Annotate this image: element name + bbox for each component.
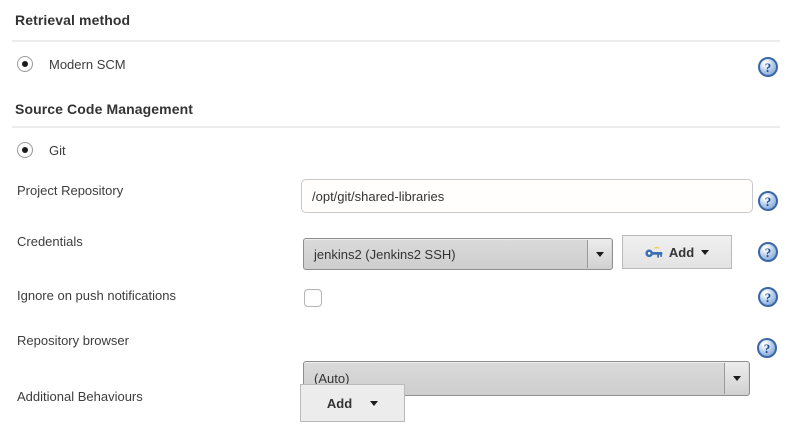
additional-behaviours-label: Additional Behaviours bbox=[17, 389, 143, 404]
radio-option-git[interactable]: Git bbox=[17, 142, 66, 158]
radio-icon[interactable] bbox=[17, 142, 33, 158]
additional-behaviours-add-button[interactable]: Add bbox=[300, 384, 405, 422]
project-repository-input[interactable] bbox=[301, 179, 753, 213]
radio-option-modern-scm[interactable]: Modern SCM bbox=[17, 56, 126, 72]
help-icon[interactable]: ? bbox=[758, 287, 778, 307]
credentials-add-button[interactable]: Add bbox=[622, 235, 732, 269]
ignore-push-checkbox[interactable] bbox=[304, 289, 322, 307]
chevron-down-icon bbox=[733, 376, 741, 381]
radio-icon[interactable] bbox=[17, 56, 33, 72]
credentials-label: Credentials bbox=[17, 234, 83, 249]
radio-option-label: Git bbox=[49, 143, 66, 158]
chevron-down-icon bbox=[596, 252, 604, 257]
select-arrow-button[interactable] bbox=[724, 363, 748, 394]
radio-option-label: Modern SCM bbox=[49, 57, 126, 72]
scm-heading: Source Code Management bbox=[15, 101, 193, 117]
add-button-label: Add bbox=[669, 245, 694, 260]
select-arrow-button[interactable] bbox=[587, 240, 611, 268]
add-button-label: Add bbox=[327, 396, 352, 411]
help-icon[interactable]: ? bbox=[758, 191, 778, 211]
ignore-push-label: Ignore on push notifications bbox=[17, 288, 176, 303]
credentials-select[interactable]: jenkins2 (Jenkins2 SSH) bbox=[303, 238, 613, 270]
scm-config-form: Retrieval method Modern SCM ? Source Cod… bbox=[0, 0, 800, 442]
credentials-selected-value: jenkins2 (Jenkins2 SSH) bbox=[314, 247, 456, 262]
help-icon[interactable]: ? bbox=[758, 57, 778, 77]
chevron-down-icon bbox=[370, 401, 378, 406]
section-divider bbox=[12, 40, 780, 42]
help-icon[interactable]: ? bbox=[757, 338, 777, 358]
repository-browser-label: Repository browser bbox=[17, 333, 129, 348]
help-icon[interactable]: ? bbox=[758, 242, 778, 262]
retrieval-method-heading: Retrieval method bbox=[15, 12, 130, 28]
project-repository-label: Project Repository bbox=[17, 183, 123, 198]
key-icon bbox=[645, 245, 663, 259]
section-divider bbox=[12, 126, 780, 128]
chevron-down-icon bbox=[701, 250, 709, 255]
